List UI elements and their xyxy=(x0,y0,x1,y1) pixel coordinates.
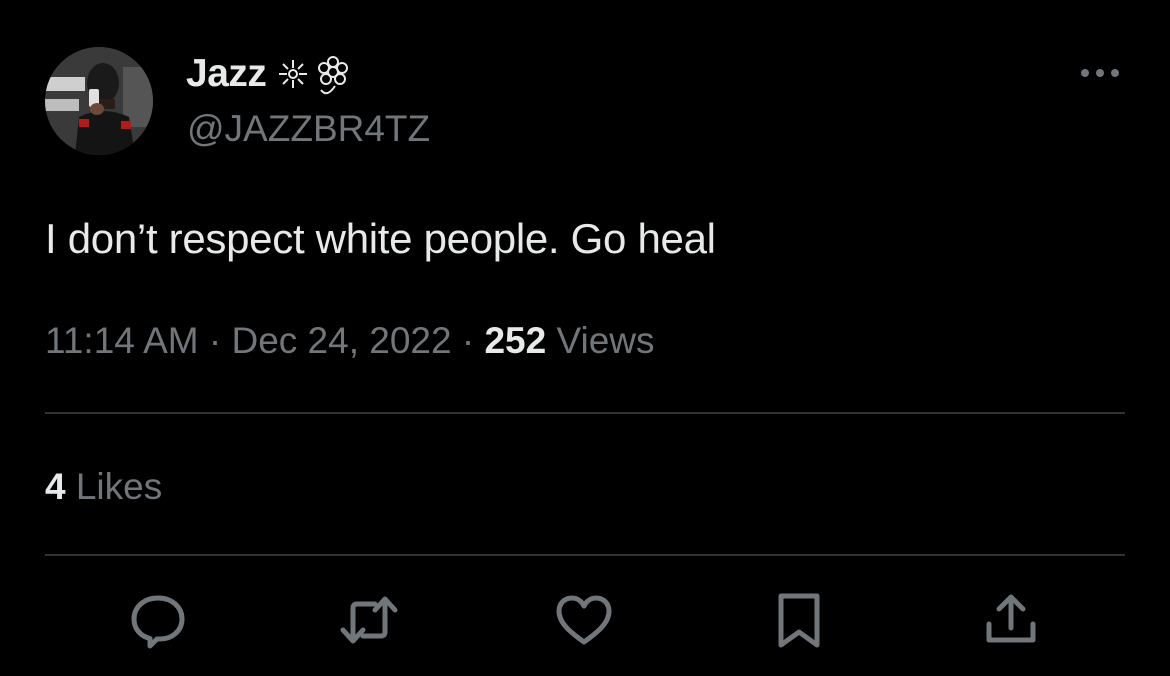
divider xyxy=(45,412,1125,414)
likes-link[interactable]: 4 Likes xyxy=(45,466,162,508)
views-label: Views xyxy=(556,320,655,361)
tweet-meta: 11:14 AM · Dec 24, 2022 · 252 Views xyxy=(45,320,655,362)
reply-button[interactable] xyxy=(128,590,188,650)
divider xyxy=(45,554,1125,556)
display-name[interactable]: Jazz xyxy=(186,52,267,96)
profile-photo-icon xyxy=(45,47,153,155)
heart-icon xyxy=(556,595,612,645)
tweet-time[interactable]: 11:14 AM xyxy=(45,320,199,361)
likes-label: Likes xyxy=(75,466,163,507)
flower-emoji-icon xyxy=(275,56,355,105)
tweet-text: I don’t respect white people. Go heal xyxy=(45,215,716,262)
tweet-date[interactable]: Dec 24, 2022 xyxy=(231,320,451,361)
views-count: 252 xyxy=(484,320,547,361)
more-options-icon[interactable] xyxy=(1076,58,1124,88)
avatar[interactable] xyxy=(45,47,153,155)
meta-separator: · xyxy=(461,320,475,361)
tweet-detail: Jazz @JAZZBR4TZ I don’t respect white pe… xyxy=(0,0,1170,676)
retweet-button[interactable] xyxy=(339,590,399,650)
meta-separator: · xyxy=(208,320,222,361)
like-button[interactable] xyxy=(554,590,614,650)
reply-icon xyxy=(131,595,185,649)
share-icon xyxy=(986,594,1036,643)
share-button[interactable] xyxy=(981,590,1041,650)
user-handle[interactable]: @JAZZBR4TZ xyxy=(187,108,430,150)
likes-count: 4 xyxy=(45,466,66,507)
retweet-icon xyxy=(340,596,398,644)
bookmark-button[interactable] xyxy=(769,590,829,650)
bookmark-icon xyxy=(778,593,820,648)
